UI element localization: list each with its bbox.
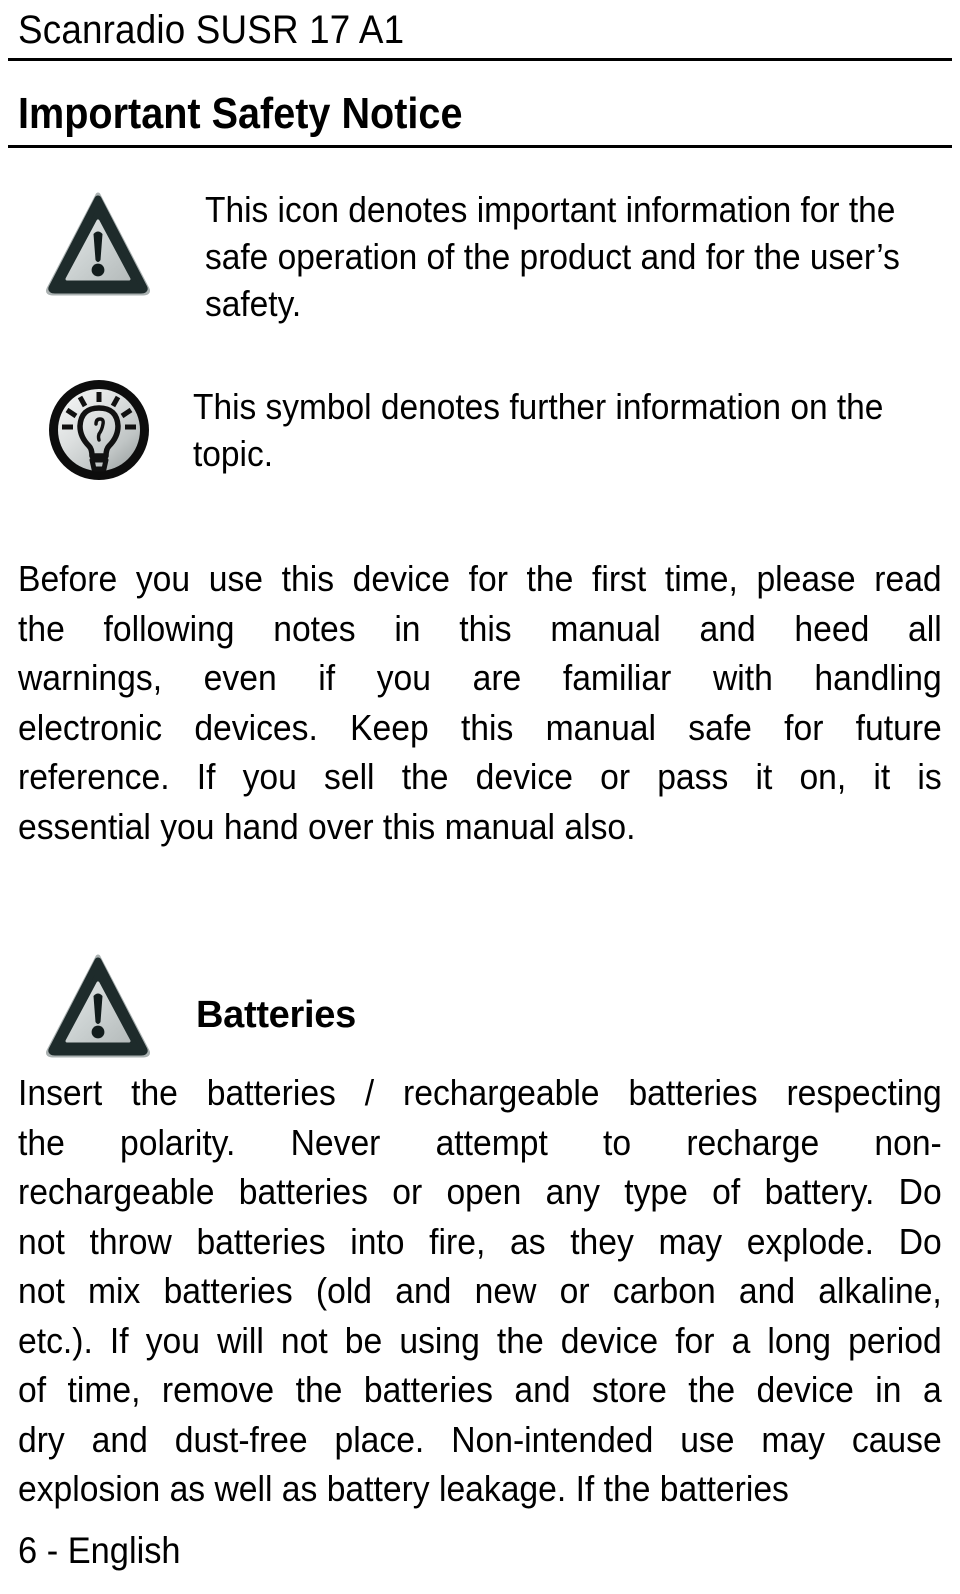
note-text-info: This symbol denotes further information … <box>193 386 884 474</box>
page-title: Important Safety Notice <box>18 89 463 138</box>
warning-triangle-icon <box>44 190 152 298</box>
paragraph-batteries-line: etc.). If you will not be using the device for a lo… <box>18 1319 942 1361</box>
document-page: Scanradio SUSR 17 A1 Important Safety No… <box>0 0 960 1594</box>
note-text-warning: This icon denotes important information … <box>205 189 900 324</box>
warning-triangle-icon <box>44 952 152 1060</box>
paragraph-batteries-line: of time, remove the batteries and store the devi… <box>18 1369 942 1410</box>
paragraph-batteries-line: Insert the batteries / rechargeable batteries… <box>18 1072 942 1113</box>
header-divider-top <box>8 58 952 61</box>
paragraph-batteries-line: explosion as well as battery leakage. If… <box>18 1468 789 1509</box>
paragraph-batteries-line: rechargeable batteries or open any type of batt… <box>18 1171 942 1212</box>
paragraph-intro-line: electronic devices. Keep this manual safe for f… <box>18 706 942 748</box>
paragraph-batteries: Insert the batteries / rechargeable batteries… <box>18 1068 942 1514</box>
batteries-section-heading: Batteries <box>196 994 356 1036</box>
paragraph-intro-line: Before you use this device for the first time, pl… <box>18 558 942 599</box>
lightbulb-info-icon <box>47 377 151 483</box>
paragraph-intro: Before you use this device for the first time, pl… <box>18 554 942 851</box>
paragraph-intro-line: warnings, even if you are familiar with handlin… <box>18 657 942 698</box>
document-header-title: Scanradio SUSR 17 A1 <box>18 8 405 52</box>
paragraph-intro-line: essential you hand over this manual also… <box>18 805 636 847</box>
page-footer: 6 - English <box>18 1530 181 1571</box>
paragraph-batteries-line: not mix batteries (old and new or carbon and alka… <box>18 1270 942 1311</box>
paragraph-intro-line: the following notes in this manual and heed all <box>18 607 942 649</box>
paragraph-batteries-line: the polarity. Never attempt to recharge non- <box>18 1121 942 1163</box>
paragraph-intro-line: reference. If you sell the device or pass it on, i… <box>18 756 942 797</box>
paragraph-batteries-line: dry and dust-free place. Non-intended use may c… <box>18 1418 942 1460</box>
paragraph-batteries-line: not throw batteries into fire, as they may explo… <box>18 1220 942 1262</box>
header-divider-bottom <box>8 145 952 148</box>
